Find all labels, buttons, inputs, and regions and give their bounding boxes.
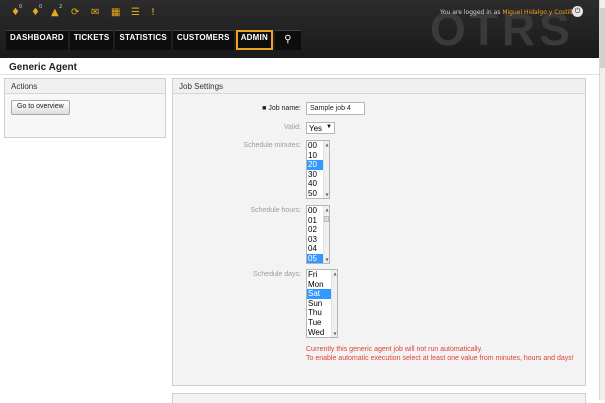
- chevron-down-icon: ▼: [326, 124, 332, 130]
- actions-box: Actions Go to overview: [4, 78, 166, 138]
- main-nav: DASHBOARD TICKETS STATISTICS CUSTOMERS A…: [6, 30, 301, 50]
- not-running-warning: Currently this generic agent job will no…: [306, 346, 483, 353]
- locked-tickets-toolbar-button[interactable]: ♦ 0: [30, 4, 44, 25]
- email-toolbar-button[interactable]: ✉: [90, 5, 104, 25]
- listbox-scrollbar[interactable]: ▲ ▼: [323, 141, 329, 198]
- window-scroll-thumb[interactable]: [600, 8, 605, 68]
- job-name-input[interactable]: Sample job 4: [306, 102, 365, 115]
- job-settings-heading: Job Settings: [173, 79, 585, 94]
- list-icon: ☰: [131, 7, 140, 18]
- alert-toolbar-button[interactable]: !: [150, 5, 164, 25]
- toolbar-badge: 0: [19, 4, 23, 10]
- user-link[interactable]: Miguel Hidalgo y Costilla: [502, 9, 576, 16]
- header-bar: OTRS ♦ 0 ♦ 0 ▲ 2 ⟳ ✉ ▦ ☰ ! You are logge…: [0, 0, 605, 58]
- scroll-down-icon[interactable]: ▼: [332, 331, 337, 336]
- scroll-up-icon[interactable]: ▲: [332, 271, 337, 276]
- schedule-minutes-label: Schedule minutes:: [243, 142, 301, 149]
- nav-dashboard[interactable]: DASHBOARD: [6, 30, 68, 50]
- nav-admin[interactable]: ADMIN: [235, 30, 273, 50]
- schedule-hours-listbox[interactable]: 00 01 02 03 04 05 ▲ ▼: [306, 205, 330, 264]
- scroll-thumb[interactable]: [324, 216, 329, 222]
- next-section-box: [172, 393, 586, 403]
- job-name-label: ■ Job name:: [262, 105, 301, 112]
- schedule-hours-label: Schedule hours:: [250, 207, 301, 214]
- folder-icon: ▦: [111, 7, 121, 18]
- exclamation-icon: !: [151, 7, 156, 18]
- nav-statistics[interactable]: STATISTICS: [115, 30, 171, 50]
- login-prefix: You are logged in as: [440, 9, 501, 16]
- list-toolbar-button[interactable]: ☰: [130, 5, 144, 25]
- nav-tickets[interactable]: TICKETS: [69, 30, 114, 50]
- schedule-days-label: Schedule days:: [253, 271, 301, 278]
- nav-customers[interactable]: CUSTOMERS: [172, 30, 234, 50]
- toolbar-badge: 0: [39, 4, 43, 10]
- login-info: You are logged in as Miguel Hidalgo y Co…: [440, 9, 576, 16]
- refresh-icon: ⟳: [71, 7, 80, 18]
- toolbar: ♦ 0 ♦ 0 ▲ 2 ⟳ ✉ ▦ ☰ !: [10, 4, 164, 27]
- watched-tickets-toolbar-button[interactable]: ▲ 2: [50, 4, 64, 25]
- listbox-scrollbar[interactable]: ▲ ▼: [331, 270, 337, 337]
- scroll-up-icon[interactable]: ▲: [324, 207, 329, 212]
- window-scrollbar[interactable]: [599, 0, 605, 400]
- job-settings-box: Job Settings ■ Job name: Sample job 4 Va…: [172, 78, 586, 386]
- person-icon: ▲: [51, 7, 59, 18]
- scroll-down-icon[interactable]: ▼: [324, 257, 329, 262]
- valid-select-value: Yes: [309, 124, 323, 133]
- scroll-down-icon[interactable]: ▼: [324, 192, 329, 197]
- scroll-up-icon[interactable]: ▲: [324, 142, 329, 147]
- valid-select[interactable]: Yes ▼: [306, 122, 335, 134]
- title-divider: [0, 74, 600, 75]
- actions-heading: Actions: [5, 79, 165, 94]
- folder-toolbar-button[interactable]: ▦: [110, 5, 124, 25]
- refresh-toolbar-button[interactable]: ⟳: [70, 5, 84, 25]
- valid-label: Valid:: [284, 124, 301, 131]
- enable-execution-warning: To enable automatic execution select at …: [306, 355, 574, 362]
- schedule-days-listbox[interactable]: Fri Mon Sat Sun Thu Tue Wed ▲ ▼: [306, 269, 338, 338]
- search-icon[interactable]: ⚲: [274, 30, 301, 50]
- listbox-scrollbar[interactable]: ▲ ▼: [323, 206, 329, 263]
- toolbar-badge: 2: [59, 4, 63, 10]
- logout-icon[interactable]: ⏻: [572, 6, 583, 17]
- schedule-minutes-listbox[interactable]: 00 10 20 30 40 50 ▲ ▼: [306, 140, 330, 199]
- new-tickets-toolbar-button[interactable]: ♦ 0: [10, 4, 24, 25]
- envelope-icon: ✉: [91, 7, 100, 18]
- page-title: Generic Agent: [9, 62, 77, 73]
- go-to-overview-button[interactable]: Go to overview: [11, 100, 70, 115]
